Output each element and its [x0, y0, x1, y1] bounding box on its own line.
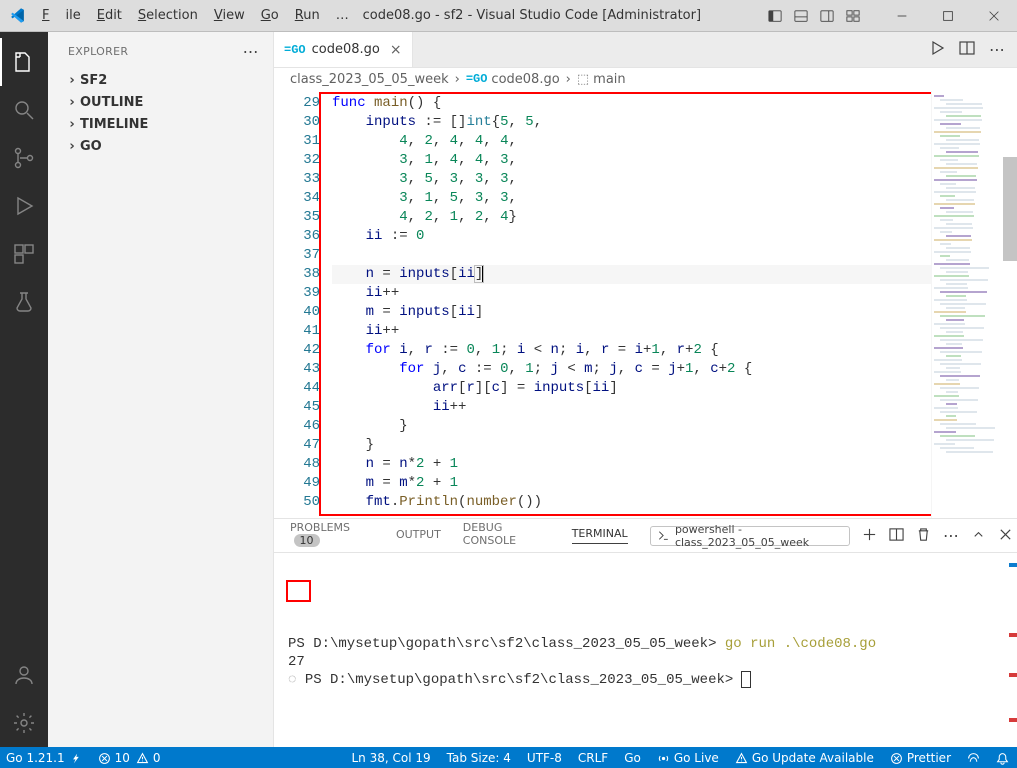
chevron-right-icon: ›: [64, 73, 80, 88]
editor-tabs: =GO code08.go × ⋯: [274, 32, 1017, 68]
breadcrumb[interactable]: class_2023_05_05_week › =GO code08.go › …: [274, 68, 1017, 91]
status-tabsize[interactable]: Tab Size: 4: [447, 751, 511, 765]
status-errors[interactable]: 10: [98, 751, 130, 765]
toggle-secondary-sidebar-icon[interactable]: [819, 8, 835, 24]
activity-extensions-icon[interactable]: [0, 230, 48, 278]
panel-more-icon[interactable]: ⋯: [943, 526, 959, 545]
menu-go[interactable]: Go: [253, 3, 287, 28]
editor-group: =GO code08.go × ⋯ class_2023_05_05_week …: [274, 32, 1017, 747]
sidebar-header: EXPLORER ⋯: [48, 32, 273, 69]
editor-actions: ⋯: [917, 32, 1017, 67]
close-tab-icon[interactable]: ×: [386, 42, 402, 58]
terminal[interactable]: PS D:\mysetup\gopath\src\sf2\class_2023_…: [274, 553, 1017, 747]
code-content[interactable]: func main() { inputs := []int{5, 5, 4, 2…: [332, 91, 931, 518]
toggle-primary-sidebar-icon[interactable]: [767, 8, 783, 24]
run-icon[interactable]: [929, 40, 945, 60]
chevron-right-icon: ›: [64, 117, 80, 132]
status-go-update[interactable]: Go Update Available: [735, 751, 874, 765]
activity-search-icon[interactable]: [0, 86, 48, 134]
kill-terminal-icon[interactable]: [916, 527, 931, 545]
close-window-icon[interactable]: [971, 0, 1017, 31]
explorer-tree: › SF2 › OUTLINE › TIMELINE › GO: [48, 69, 273, 157]
status-golive[interactable]: Go Live: [657, 751, 719, 765]
activity-source-control-icon[interactable]: [0, 134, 48, 182]
status-language[interactable]: Go: [624, 751, 641, 765]
window-title: code08.go - sf2 - Visual Studio Code [Ad…: [357, 8, 767, 23]
tab-code08[interactable]: =GO code08.go ×: [274, 32, 413, 67]
status-position[interactable]: Ln 38, Col 19: [351, 751, 430, 765]
window-controls: [879, 0, 1017, 31]
activity-explorer-icon[interactable]: [0, 38, 48, 86]
layout-controls: [767, 8, 879, 24]
sidebar-more-icon[interactable]: ⋯: [243, 42, 259, 61]
minimize-window-icon[interactable]: [879, 0, 925, 31]
tree-sf2[interactable]: › SF2: [56, 69, 273, 91]
chevron-right-icon: ›: [64, 95, 80, 110]
chevron-right-icon: ›: [64, 139, 80, 154]
status-notifications-icon[interactable]: [996, 752, 1009, 765]
editor-more-icon[interactable]: ⋯: [989, 40, 1005, 59]
menu-bar: File Edit Selection View Go Run …: [34, 3, 357, 28]
annotation-red-box: [286, 580, 311, 602]
terminal-scroll-marks: [1005, 553, 1017, 747]
tree-outline[interactable]: › OUTLINE: [56, 91, 273, 113]
menu-view[interactable]: View: [206, 3, 253, 28]
activity-accounts-icon[interactable]: [0, 651, 48, 699]
problems-badge: 10: [294, 534, 320, 547]
split-terminal-icon[interactable]: [889, 527, 904, 545]
menu-edit[interactable]: Edit: [89, 3, 130, 28]
menu-run[interactable]: Run: [287, 3, 328, 28]
tree-timeline[interactable]: › TIMELINE: [56, 113, 273, 135]
activity-run-debug-icon[interactable]: [0, 182, 48, 230]
activity-testing-icon[interactable]: [0, 278, 48, 326]
toggle-panel-icon[interactable]: [793, 8, 809, 24]
breadcrumb-symbol[interactable]: main: [593, 72, 625, 87]
breadcrumb-file[interactable]: code08.go: [491, 72, 559, 87]
menu-selection[interactable]: Selection: [130, 3, 206, 28]
close-panel-icon[interactable]: [998, 527, 1013, 545]
new-terminal-icon[interactable]: [862, 527, 877, 545]
activity-bar: [0, 32, 48, 747]
menu-more[interactable]: …: [328, 3, 357, 28]
titlebar: File Edit Selection View Go Run … code08…: [0, 0, 1017, 32]
chevron-right-icon: ›: [453, 72, 462, 87]
go-file-icon: =GO: [284, 43, 306, 57]
sidebar-explorer: EXPLORER ⋯ › SF2 › OUTLINE › TIMELINE › …: [48, 32, 274, 747]
tab-label: code08.go: [312, 42, 380, 57]
maximize-panel-icon[interactable]: [971, 527, 986, 545]
status-eol[interactable]: CRLF: [578, 751, 608, 765]
code-editor[interactable]: 2930313233343536373839404142434445464748…: [274, 91, 931, 518]
terminal-profile[interactable]: powershell - class_2023_05_05_week: [650, 526, 850, 546]
split-editor-icon[interactable]: [959, 40, 975, 60]
menu-file[interactable]: File: [34, 3, 89, 28]
status-encoding[interactable]: UTF-8: [527, 751, 562, 765]
tree-go[interactable]: › GO: [56, 135, 273, 157]
symbol-function-icon: ⬚: [577, 72, 589, 87]
customize-layout-icon[interactable]: [845, 8, 861, 24]
panel-tab-problems[interactable]: PROBLEMS 10: [290, 521, 374, 550]
panel-tab-terminal[interactable]: TERMINAL: [572, 527, 628, 544]
maximize-window-icon[interactable]: [925, 0, 971, 31]
sidebar-title: EXPLORER: [68, 45, 128, 58]
panel-tab-debug[interactable]: DEBUG CONSOLE: [463, 521, 550, 550]
activity-settings-icon[interactable]: [0, 699, 48, 747]
status-warnings[interactable]: 0: [136, 751, 161, 765]
panel: PROBLEMS 10 OUTPUT DEBUG CONSOLE TERMINA…: [274, 518, 1017, 747]
line-number-gutter: 2930313233343536373839404142434445464748…: [274, 91, 332, 518]
status-feedback-icon[interactable]: [967, 752, 980, 765]
chevron-right-icon: ›: [564, 72, 573, 87]
status-prettier[interactable]: Prettier: [890, 751, 951, 765]
status-go-version[interactable]: Go 1.21.1: [6, 751, 82, 765]
panel-tabs: PROBLEMS 10 OUTPUT DEBUG CONSOLE TERMINA…: [274, 519, 1017, 553]
panel-tab-output[interactable]: OUTPUT: [396, 528, 441, 544]
vscode-logo: [0, 7, 34, 24]
status-bar: Go 1.21.1 10 0 Ln 38, Col 19 Tab Size: 4…: [0, 747, 1017, 768]
breadcrumb-folder[interactable]: class_2023_05_05_week: [290, 72, 449, 87]
scrollbar[interactable]: [1003, 91, 1017, 518]
go-file-icon: =GO: [466, 72, 488, 86]
